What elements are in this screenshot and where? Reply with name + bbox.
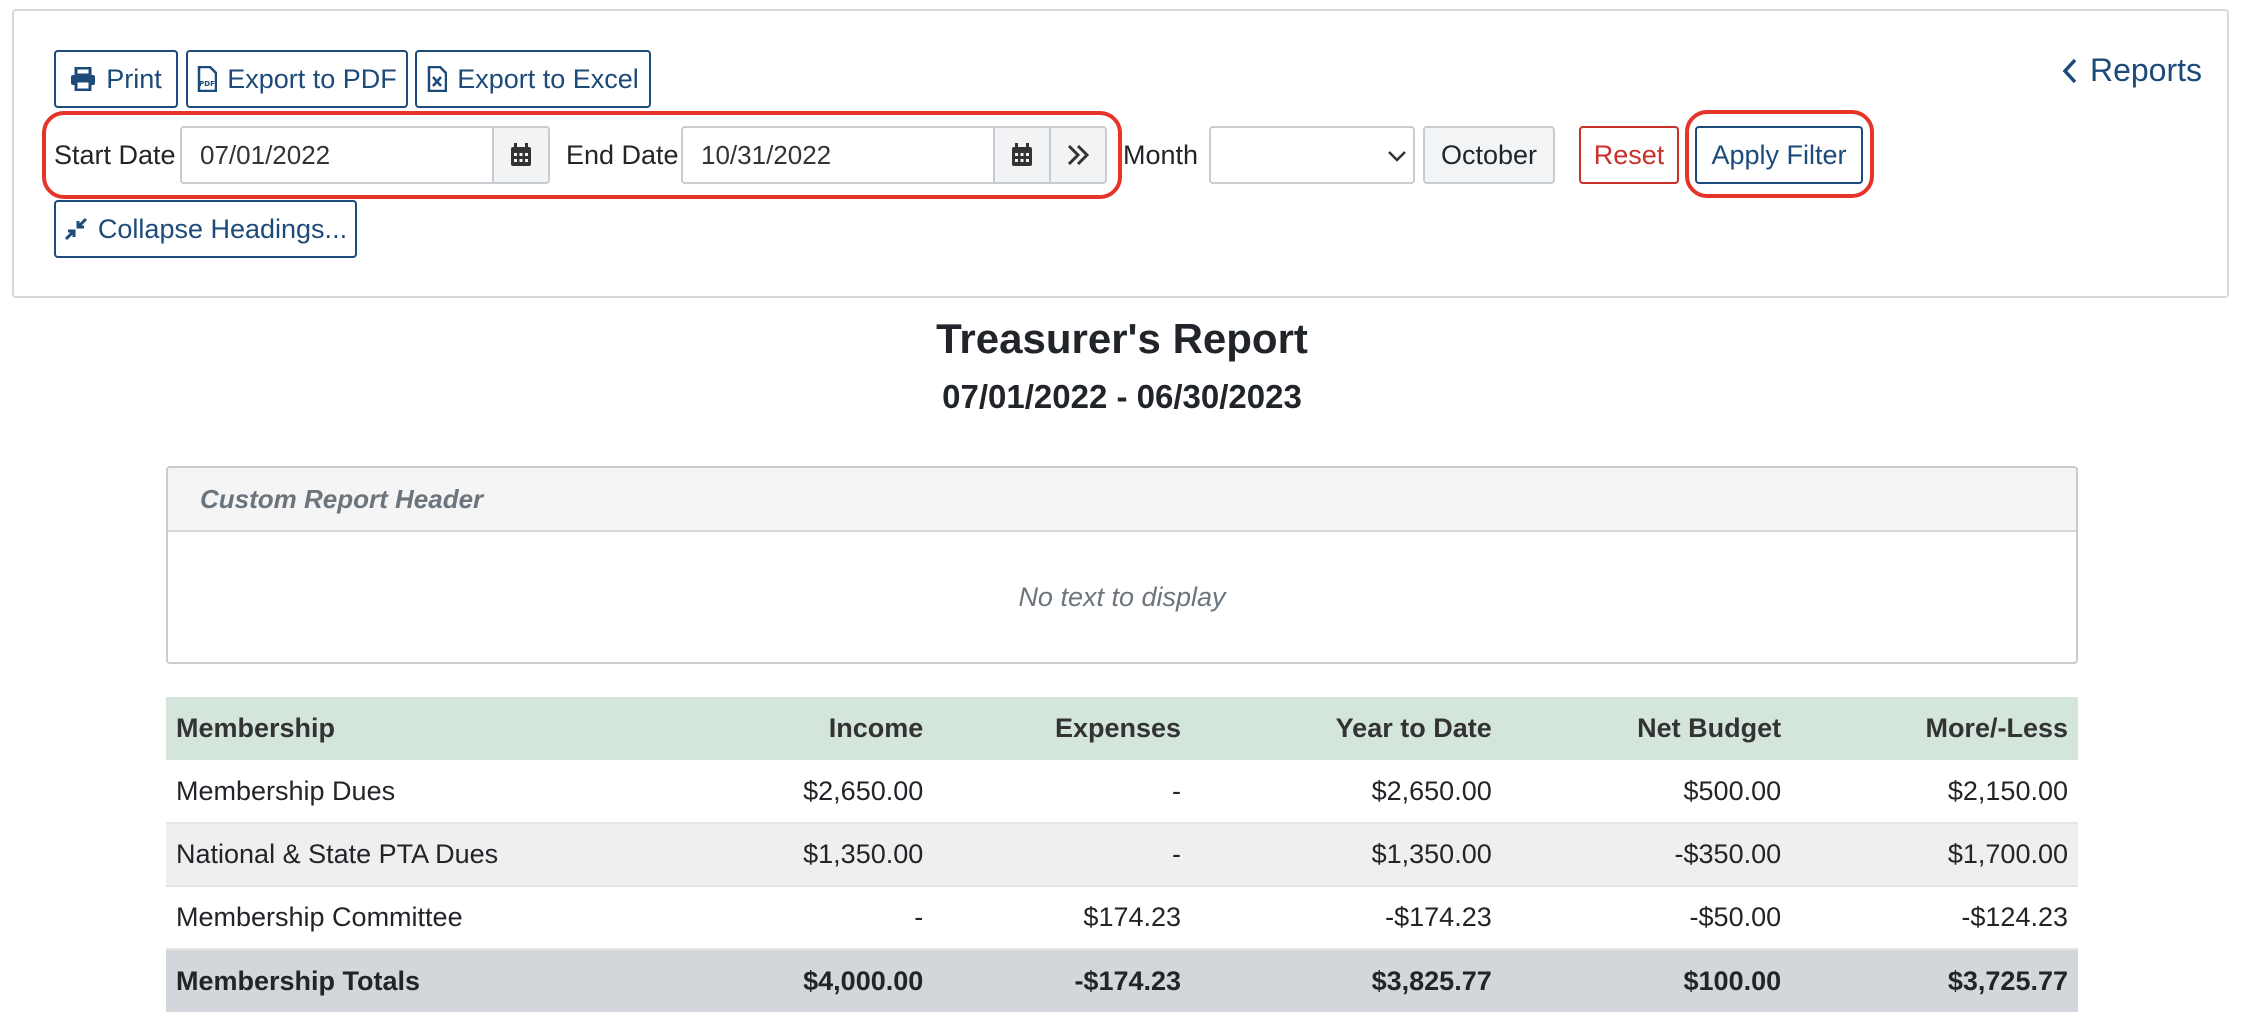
table-cell: National & State PTA Dues: [166, 823, 686, 887]
totals-cell: $3,825.77: [1191, 949, 1502, 1012]
custom-report-header-body: No text to display: [1018, 581, 1226, 612]
table-cell: $1,350.00: [686, 823, 934, 887]
column-header: Membership: [166, 697, 686, 760]
reports-link-label: Reports: [2089, 52, 2202, 88]
printer-icon: [71, 67, 96, 91]
table-cell: $2,650.00: [1191, 760, 1502, 824]
table-row: Membership Dues $2,650.00 - $2,650.00 $5…: [166, 760, 2078, 824]
table-cell: -$124.23: [1791, 886, 2078, 950]
apply-filter-highlight: [1685, 110, 1874, 198]
report-date-range: 07/01/2022 - 06/30/2023: [942, 378, 1302, 415]
table-cell: $2,150.00: [1791, 760, 2078, 824]
month-label: Month: [1123, 140, 1199, 170]
export-excel-button[interactable]: Export to Excel: [415, 50, 651, 108]
print-button[interactable]: Print: [54, 50, 178, 108]
date-range-highlight: [42, 111, 1122, 199]
table-cell: -: [933, 823, 1192, 887]
column-header: Year to Date: [1191, 697, 1502, 760]
totals-cell: $3,725.77: [1791, 949, 2078, 1012]
table-cell: $500.00: [1501, 760, 1792, 824]
table-cell: Membership Dues: [166, 760, 686, 824]
table-header-row: Membership Income Expenses Year to Date …: [166, 697, 2078, 760]
column-header: Net Budget: [1501, 697, 1792, 760]
table-cell: -$350.00: [1501, 823, 1792, 887]
column-header: Expenses: [933, 697, 1192, 760]
chevron-left-icon: [2062, 58, 2077, 83]
table-cell: -: [933, 760, 1192, 824]
reports-back-link[interactable]: Reports: [2062, 52, 2202, 89]
reset-button[interactable]: Reset: [1579, 126, 1679, 184]
totals-cell: $4,000.00: [686, 949, 934, 1012]
month-select[interactable]: [1209, 126, 1415, 184]
export-excel-label: Export to Excel: [457, 63, 639, 94]
totals-cell: Membership Totals: [166, 949, 686, 1012]
svg-text:PDF: PDF: [199, 80, 215, 88]
membership-table: Membership Income Expenses Year to Date …: [166, 697, 2078, 1012]
custom-report-header-title: Custom Report Header: [168, 468, 2076, 532]
table-row: Membership Committee - $174.23 -$174.23 …: [166, 886, 2078, 950]
print-label: Print: [106, 63, 162, 94]
totals-row: Membership Totals $4,000.00 -$174.23 $3,…: [166, 949, 2078, 1012]
column-header: Income: [686, 697, 934, 760]
totals-cell: $100.00: [1501, 949, 1792, 1012]
table-cell: $174.23: [933, 886, 1192, 950]
custom-report-header-panel: Custom Report Header No text to display: [166, 466, 2078, 664]
collapse-headings-label: Collapse Headings...: [97, 213, 348, 244]
compress-arrows-icon: [64, 217, 87, 241]
export-pdf-button[interactable]: PDF Export to PDF: [186, 50, 408, 108]
month-october-button[interactable]: October: [1423, 126, 1555, 184]
pdf-file-icon: PDF: [197, 66, 218, 92]
chevron-down-icon: [1388, 151, 1406, 162]
export-pdf-label: Export to PDF: [227, 63, 397, 94]
table-cell: -$174.23: [1191, 886, 1502, 950]
table-cell: $1,350.00: [1191, 823, 1502, 887]
table-cell: Membership Committee: [166, 886, 686, 950]
table-cell: -$50.00: [1501, 886, 1792, 950]
table-cell: $1,700.00: [1791, 823, 2078, 887]
table-row: National & State PTA Dues $1,350.00 - $1…: [166, 823, 2078, 887]
excel-file-icon: [427, 66, 448, 92]
column-header: More/-Less: [1791, 697, 2078, 760]
table-cell: -: [686, 886, 934, 950]
report-title: Treasurer's Report: [936, 315, 1308, 362]
totals-cell: -$174.23: [933, 949, 1192, 1012]
collapse-headings-button[interactable]: Collapse Headings...: [54, 200, 357, 258]
table-cell: $2,650.00: [686, 760, 934, 824]
